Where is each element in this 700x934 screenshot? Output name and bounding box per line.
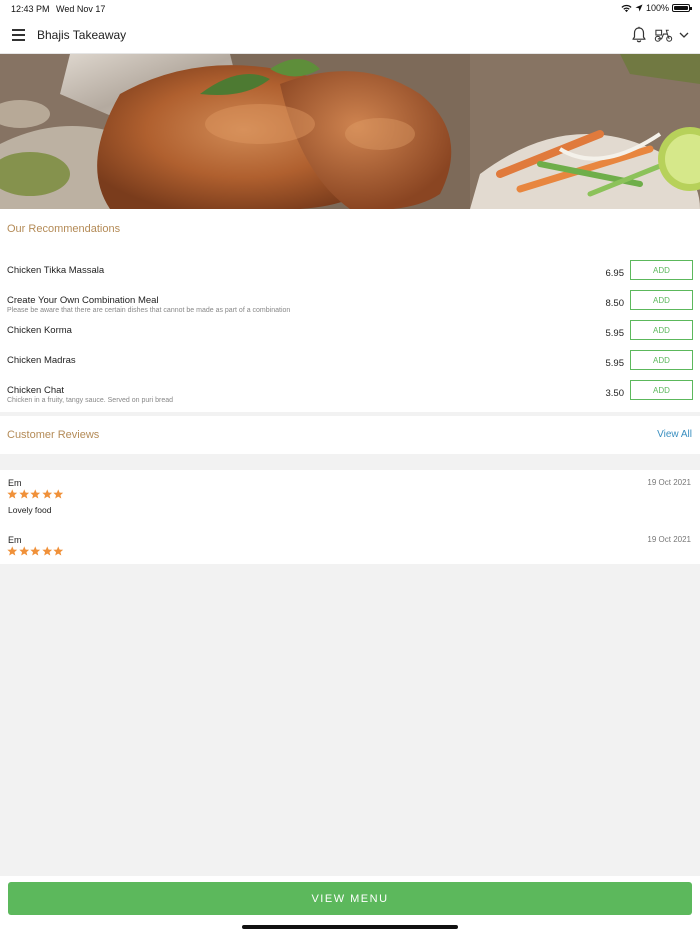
dish-price: 5.95 bbox=[605, 358, 625, 369]
reviews-header: Customer Reviews View All bbox=[0, 416, 700, 454]
view-all-link[interactable]: View All bbox=[657, 429, 692, 440]
wifi-icon bbox=[621, 4, 632, 12]
dish-name: Chicken Korma bbox=[7, 325, 72, 336]
add-button[interactable]: ADD bbox=[630, 290, 693, 310]
add-button[interactable]: ADD bbox=[630, 350, 693, 370]
review-comment: Lovely food bbox=[8, 505, 52, 515]
bell-icon[interactable] bbox=[630, 26, 648, 44]
star-icon bbox=[18, 546, 29, 556]
recommendations-title: Our Recommendations bbox=[7, 223, 121, 235]
star-icon bbox=[53, 546, 64, 556]
app-title: Bhajis Takeaway bbox=[37, 28, 127, 42]
dish-description: Chicken in a fruity, tangy sauce. Served… bbox=[7, 397, 174, 404]
status-time: 12:43 PM bbox=[11, 4, 50, 14]
star-rating bbox=[7, 546, 64, 557]
dish-row: Chicken Madras 5.95 ADD bbox=[0, 350, 700, 384]
dish-name: Chicken Madras bbox=[7, 355, 76, 366]
add-button[interactable]: ADD bbox=[630, 380, 693, 400]
star-icon bbox=[7, 489, 18, 499]
star-icon bbox=[41, 489, 52, 499]
reviewer-name: Em bbox=[8, 478, 22, 488]
reviews-title: Customer Reviews bbox=[7, 429, 100, 441]
dish-name: Create Your Own Combination Meal bbox=[7, 295, 159, 306]
star-icon bbox=[18, 489, 29, 499]
dish-name: Chicken Tikka Massala bbox=[7, 265, 105, 276]
hamburger-menu-icon[interactable] bbox=[12, 29, 25, 41]
dish-price: 3.50 bbox=[605, 388, 625, 399]
view-menu-button[interactable]: VIEW MENU bbox=[8, 882, 692, 915]
battery-icon bbox=[672, 4, 692, 12]
dish-price: 8.50 bbox=[605, 298, 625, 309]
dish-row: Chicken Tikka Massala 6.95 ADD bbox=[0, 260, 700, 294]
dish-price: 5.95 bbox=[605, 328, 625, 339]
review-date: 19 Oct 2021 bbox=[647, 478, 691, 487]
review-item: Em 19 Oct 2021 Lovely food bbox=[0, 478, 700, 528]
review-item: Em 19 Oct 2021 bbox=[0, 535, 700, 563]
star-icon bbox=[30, 489, 41, 499]
add-button[interactable]: ADD bbox=[630, 260, 693, 280]
location-arrow-icon bbox=[635, 4, 643, 12]
star-rating bbox=[7, 489, 64, 500]
star-icon bbox=[41, 546, 52, 556]
reviewer-name: Em bbox=[8, 535, 22, 545]
star-icon bbox=[7, 546, 18, 556]
app-header: Bhajis Takeaway bbox=[0, 18, 700, 54]
star-icon bbox=[53, 489, 64, 499]
tandoori-chicken-photo bbox=[0, 54, 700, 209]
reviews-list: Em 19 Oct 2021 Lovely food Em 19 Oct 202… bbox=[0, 470, 700, 564]
status-bar: 12:43 PM Wed Nov 17 100% bbox=[0, 0, 700, 18]
dish-name: Chicken Chat bbox=[7, 385, 65, 396]
dish-row: Chicken Chat Chicken in a fruity, tangy … bbox=[0, 380, 700, 414]
bottom-bar: VIEW MENU bbox=[0, 876, 700, 934]
dish-description: Please be aware that there are certain d… bbox=[7, 307, 291, 314]
status-right: 100% bbox=[621, 3, 692, 13]
battery-percent: 100% bbox=[645, 3, 669, 13]
chevron-down-icon[interactable] bbox=[678, 28, 690, 42]
dish-row: Create Your Own Combination Meal Please … bbox=[0, 290, 700, 324]
review-date: 19 Oct 2021 bbox=[647, 535, 691, 544]
home-indicator[interactable] bbox=[242, 925, 458, 929]
recommendations-section: Our Recommendations Chicken Tikka Massal… bbox=[0, 209, 700, 412]
hero-food-image bbox=[0, 54, 700, 209]
scooter-icon[interactable] bbox=[654, 27, 673, 43]
dish-row: Chicken Korma 5.95 ADD bbox=[0, 320, 700, 354]
status-date: Wed Nov 17 bbox=[56, 4, 106, 14]
star-icon bbox=[30, 546, 41, 556]
dish-price: 6.95 bbox=[605, 268, 625, 279]
add-button[interactable]: ADD bbox=[630, 320, 693, 340]
